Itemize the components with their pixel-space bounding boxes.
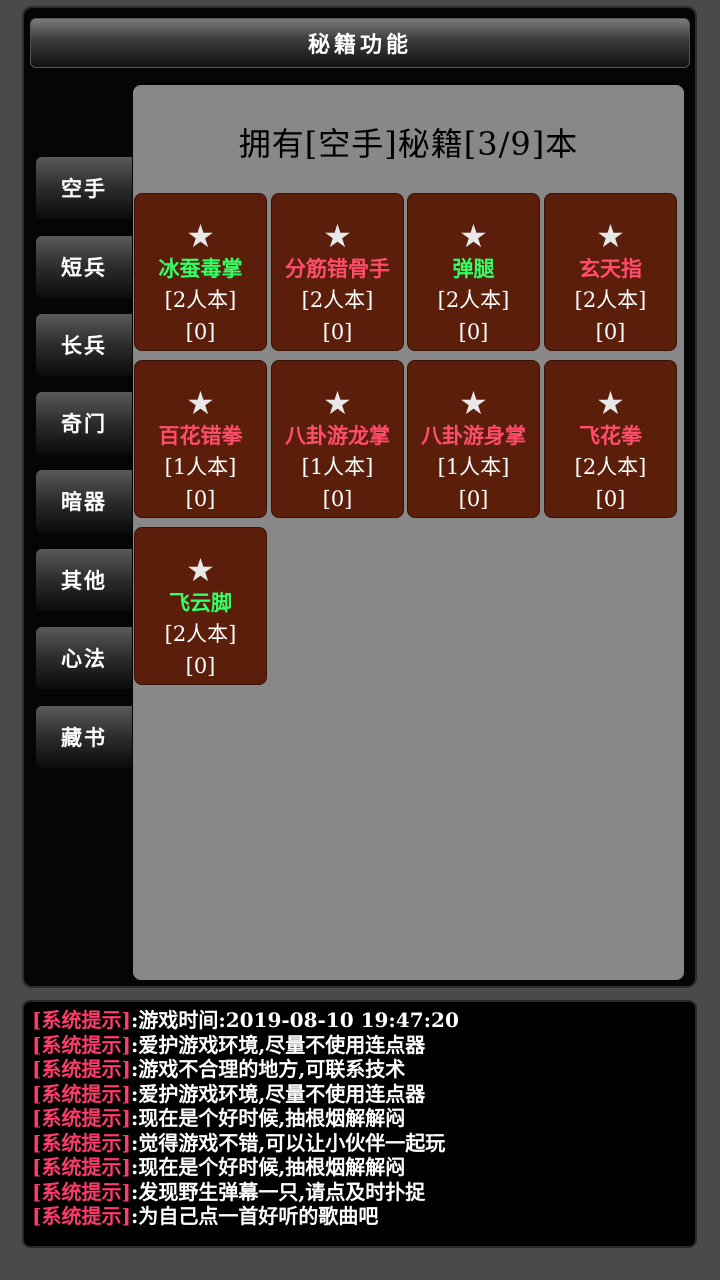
- tab-changbing[interactable]: 长兵: [36, 314, 132, 376]
- system-tag: [系统提示]: [32, 1106, 131, 1130]
- log-text: :游戏不合理的地方,可联系技术: [130, 1057, 406, 1081]
- system-tag: [系统提示]: [32, 1057, 131, 1081]
- tab-cangshu[interactable]: 藏书: [36, 706, 132, 768]
- log-line: [系统提示]:现在是个好时候,抽根烟解解闷: [32, 1106, 687, 1131]
- manual-card[interactable]: ★ 百花错拳 [1人本] [0]: [134, 360, 267, 518]
- manual-card[interactable]: ★ 飞花拳 [2人本] [0]: [544, 360, 677, 518]
- manual-panel: 拥有[空手]秘籍[3/9]本 ★ 冰蚕毒掌 [2人本] [0] ★ 分筋错骨手 …: [133, 85, 684, 980]
- manual-count: [0]: [185, 487, 216, 511]
- tab-kongshou[interactable]: 空手: [36, 157, 132, 219]
- window-title: 秘籍功能: [30, 18, 690, 68]
- manual-count: [0]: [185, 320, 216, 344]
- manual-edition: [2人本]: [574, 455, 647, 479]
- log-line: [系统提示]:发现野生弹幕一只,请点及时扑捉: [32, 1180, 687, 1205]
- tab-duanbing[interactable]: 短兵: [36, 236, 132, 298]
- log-line: [系统提示]:游戏时间:2019-08-10 19:47:20: [32, 1008, 687, 1033]
- log-text: :为自己点一首好听的歌曲吧: [130, 1204, 379, 1228]
- manual-edition: [2人本]: [164, 288, 237, 312]
- tab-anqi[interactable]: 暗器: [36, 470, 132, 532]
- system-tag: [系统提示]: [32, 1032, 131, 1057]
- manual-name: 八卦游身掌: [421, 423, 526, 448]
- manual-edition: [2人本]: [437, 288, 510, 312]
- log-line: [系统提示]:现在是个好时候,抽根烟解解闷: [32, 1155, 687, 1180]
- manual-name: 飞云脚: [169, 590, 232, 615]
- manual-card[interactable]: ★ 八卦游身掌 [1人本] [0]: [407, 360, 540, 518]
- system-tag: [系统提示]: [32, 1008, 131, 1032]
- log-text: :发现野生弹幕一只,请点及时扑捉: [130, 1179, 426, 1204]
- tab-qita[interactable]: 其他: [36, 549, 132, 611]
- manual-edition: [2人本]: [164, 622, 237, 646]
- manual-edition: [2人本]: [574, 288, 647, 312]
- manual-count: [0]: [185, 654, 216, 678]
- system-tag: [系统提示]: [32, 1130, 131, 1155]
- manual-count: [0]: [322, 320, 353, 344]
- star-icon: ★: [186, 551, 215, 589]
- manual-count: [0]: [595, 487, 626, 511]
- tab-xinfa[interactable]: 心法: [36, 627, 132, 689]
- manual-card[interactable]: ★ 玄天指 [2人本] [0]: [544, 193, 677, 351]
- manual-edition: [1人本]: [301, 455, 374, 479]
- star-icon: ★: [596, 384, 625, 422]
- star-icon: ★: [323, 384, 352, 422]
- system-tag: [系统提示]: [32, 1155, 131, 1179]
- manual-card[interactable]: ★ 冰蚕毒掌 [2人本] [0]: [134, 193, 267, 351]
- manual-name: 弹腿: [452, 256, 495, 281]
- manual-name: 玄天指: [579, 256, 642, 281]
- manual-name: 百花错拳: [158, 423, 243, 448]
- star-icon: ★: [186, 217, 215, 255]
- manual-edition: [2人本]: [301, 288, 374, 312]
- manual-count: [0]: [458, 487, 489, 511]
- log-line: [系统提示]:爱护游戏环境,尽量不使用连点器: [32, 1033, 687, 1058]
- manual-card[interactable]: ★ 分筋错骨手 [2人本] [0]: [271, 193, 404, 351]
- manual-count: [0]: [458, 320, 489, 344]
- system-message-log[interactable]: [系统提示]:游戏时间:2019-08-10 19:47:20 [系统提示]:爱…: [22, 1000, 697, 1248]
- system-tag: [系统提示]: [32, 1179, 131, 1204]
- log-text: :觉得游戏不错,可以让小伙伴一起玩: [130, 1130, 446, 1155]
- log-line: [系统提示]:爱护游戏环境,尽量不使用连点器: [32, 1082, 687, 1107]
- system-tag: [系统提示]: [32, 1204, 131, 1228]
- manual-name: 分筋错骨手: [285, 256, 390, 281]
- star-icon: ★: [186, 384, 215, 422]
- log-line: [系统提示]:游戏不合理的地方,可联系技术: [32, 1057, 687, 1082]
- manual-name: 飞花拳: [579, 423, 642, 448]
- log-line: [系统提示]:为自己点一首好听的歌曲吧: [32, 1204, 687, 1229]
- log-text: :现在是个好时候,抽根烟解解闷: [130, 1155, 406, 1179]
- star-icon: ★: [323, 217, 352, 255]
- star-icon: ★: [459, 217, 488, 255]
- log-text: :爱护游戏环境,尽量不使用连点器: [130, 1081, 426, 1106]
- manual-edition: [1人本]: [437, 455, 510, 479]
- system-tag: [系统提示]: [32, 1081, 131, 1106]
- log-line: [系统提示]:觉得游戏不错,可以让小伙伴一起玩: [32, 1131, 687, 1156]
- manual-name: 冰蚕毒掌: [158, 256, 243, 281]
- tab-qimen[interactable]: 奇门: [36, 392, 132, 454]
- star-icon: ★: [596, 217, 625, 255]
- log-text: :现在是个好时候,抽根烟解解闷: [130, 1106, 406, 1130]
- owned-count-heading: 拥有[空手]秘籍[3/9]本: [238, 125, 579, 163]
- manual-edition: [1人本]: [164, 455, 237, 479]
- manual-card[interactable]: ★ 八卦游龙掌 [1人本] [0]: [271, 360, 404, 518]
- manual-card[interactable]: ★ 飞云脚 [2人本] [0]: [134, 527, 267, 685]
- star-icon: ★: [459, 384, 488, 422]
- manual-name: 八卦游龙掌: [285, 423, 390, 448]
- log-text: :爱护游戏环境,尽量不使用连点器: [130, 1032, 426, 1057]
- manual-count: [0]: [322, 487, 353, 511]
- log-text: :游戏时间:2019-08-10 19:47:20: [130, 1008, 459, 1032]
- manual-card[interactable]: ★ 弹腿 [2人本] [0]: [407, 193, 540, 351]
- manual-count: [0]: [595, 320, 626, 344]
